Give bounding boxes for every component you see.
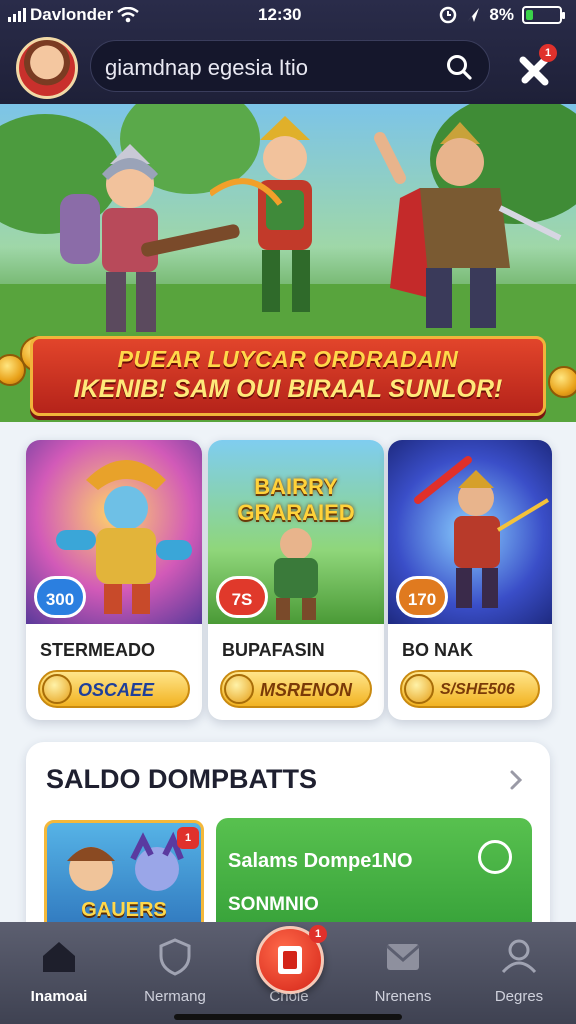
clock: 12:30 [258,5,302,24]
play-button[interactable]: OSCAEE [38,670,190,708]
game-title: BO NAK [402,640,473,660]
coin-icon [42,674,72,704]
nav-label: Nrenens [374,988,432,1005]
game-card[interactable]: BAIRRY GRARAIED 7S BUPAFASIN MSRENON [208,440,384,720]
carrier-name: Davlonder [30,5,114,24]
search-input[interactable]: giamdnap egesia Itio [105,55,308,81]
wifi-icon [117,7,139,23]
nav-item-messages[interactable]: Nrenens [348,936,458,1016]
search-bar[interactable]: giamdnap egesia Itio [90,40,490,92]
coin-icon [404,674,434,704]
featured-section: SALDO DOMPBATTS GAUERS 1 Salams Dompe1NO… [26,742,550,942]
game-title: BUPAFASIN [222,640,325,660]
game-card[interactable]: 300 STERMEADO OSCAEE [26,440,202,720]
alarm-icon [440,6,457,24]
location-icon [467,8,480,22]
hero-banner[interactable]: PUEAR LUYCAR ORDRADAIN IKENIB! SAM OUI B… [0,104,576,422]
thumbnail-badge: 1 [177,827,199,849]
promo-line-2: IKENIB! SAM OUI BIRAAL SUNLOR! [73,375,503,403]
play-button[interactable]: S/SHE506 [400,670,540,708]
level-badge: 7S [216,576,268,618]
status-right: 8% [439,5,565,25]
price-label: S/SHE506 [440,681,515,698]
cards-icon [278,946,302,974]
coin-icon [548,366,576,398]
thumbnail-title: GAUERS [81,899,167,921]
battery-percent: 8% [489,5,514,24]
elf-archer-character [210,116,312,312]
promo-line-1: PUEAR LUYCAR ORDRADAIN [117,346,459,372]
game-title: STERMEADO [40,640,156,660]
status-bar: Davlonder 12:30 8% [0,0,576,30]
balance-label: Salams Dompe1NO [228,850,413,872]
knight-character [374,122,562,328]
fab-badge: 1 [309,925,327,943]
nav-item-home[interactable]: Inamoai [4,936,114,1016]
envelope-icon [386,944,420,970]
nav-label: Degres [494,988,544,1005]
nav-label: Inamoai [30,988,88,1005]
coin-icon [224,674,254,704]
game-card[interactable]: 170 BO NAK S/SHE506 [388,440,552,720]
chevron-right-icon[interactable] [508,768,524,792]
battery-icon [522,6,565,24]
top-bar: Davlonder 12:30 8% giamdnap egesia Itio … [0,0,576,104]
level-badge: 300 [34,576,86,618]
level-badge: 170 [396,576,448,618]
notification-badge: 1 [539,44,557,62]
carrier-info: Davlonder [8,5,139,25]
notification-button[interactable]: 1 [515,44,557,86]
profile-icon [501,939,537,974]
check-icon[interactable] [478,840,512,874]
price-label: MSRENON [260,680,353,700]
nav-label: Nermang [144,988,206,1005]
avatar[interactable] [16,37,78,99]
promo-ribbon[interactable]: PUEAR LUYCAR ORDRADAIN IKENIB! SAM OUI B… [30,336,546,416]
balance-sublabel: SONMNIO [228,894,319,915]
signal-icon [8,8,26,22]
shield-icon [159,938,191,976]
section-title: SALDO DOMPBATTS [46,764,317,794]
home-icon [43,942,75,972]
search-icon[interactable] [445,53,473,81]
price-label: OSCAEE [78,680,155,700]
home-indicator [174,1014,402,1020]
center-action-button[interactable]: 1 [256,925,327,994]
nav-item-games[interactable]: Nermang [120,936,230,1016]
nav-item-profile[interactable]: Degres [464,936,574,1016]
play-button[interactable]: MSRENON [220,670,372,708]
